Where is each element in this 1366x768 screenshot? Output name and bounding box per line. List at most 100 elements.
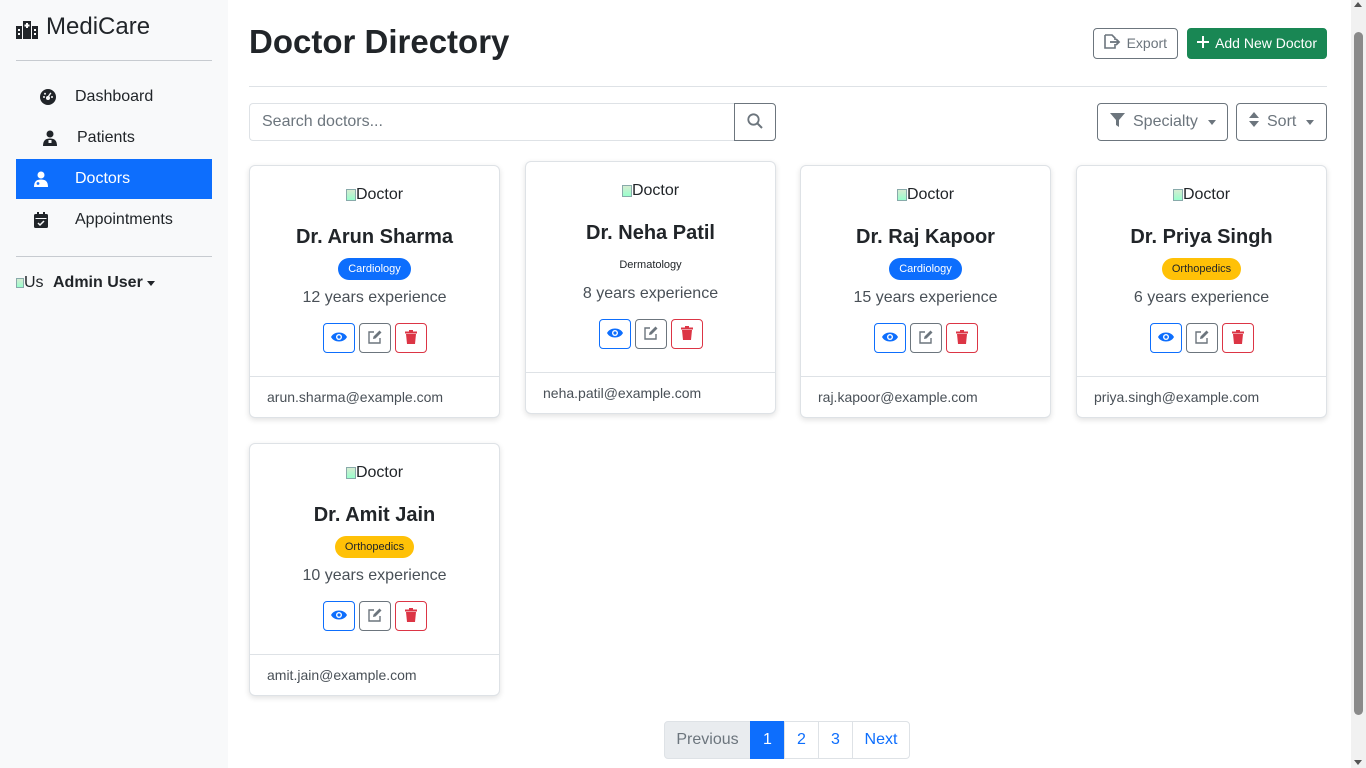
doctor-image-alt: Doctor (355, 464, 404, 481)
broken-image-icon (621, 185, 632, 197)
scrollbar[interactable] (1351, 0, 1366, 768)
dashboard-icon (40, 89, 56, 105)
card-actions (1077, 323, 1326, 353)
doctor-name: Dr. Priya Singh (1130, 226, 1273, 248)
edit-icon (367, 330, 382, 347)
search-input[interactable] (249, 103, 734, 141)
view-button[interactable] (873, 323, 906, 353)
scroll-up-icon[interactable] (1354, 2, 1362, 7)
trash-icon (955, 329, 968, 347)
edit-button[interactable] (358, 601, 391, 631)
eye-icon (330, 331, 347, 346)
trash-icon (1231, 329, 1244, 347)
edit-icon (643, 326, 658, 343)
search-button[interactable] (734, 103, 776, 141)
specialty-badge: Orthopedics (334, 536, 415, 558)
doctor-icon (33, 171, 49, 187)
brand[interactable]: MediCare (16, 0, 212, 54)
page-2-button[interactable]: 2 (784, 721, 819, 759)
view-button[interactable] (1149, 323, 1182, 353)
caret-down-icon (1306, 119, 1315, 125)
page-3-button[interactable]: 3 (818, 721, 853, 759)
hospital-icon (16, 18, 38, 39)
edit-icon (1194, 330, 1209, 347)
experience: 12 years experience (302, 289, 447, 306)
delete-button[interactable] (945, 323, 978, 353)
eye-icon (881, 331, 898, 346)
plus-icon (1197, 35, 1210, 51)
sidebar-item-appointments[interactable]: Appointments (16, 200, 212, 240)
doctor-card: Doctor Dr. Neha Patil Dermatology 8 year… (525, 161, 776, 414)
caret-down-icon (1207, 119, 1216, 125)
doctor-image-alt: Doctor (355, 186, 404, 203)
broken-image-icon (1172, 189, 1183, 201)
specialty-badge: Orthopedics (1161, 258, 1242, 280)
edit-button[interactable] (358, 323, 391, 353)
broken-image-icon (896, 189, 907, 201)
add-new-doctor-button[interactable]: Add New Doctor (1187, 27, 1327, 59)
sort-icon (1249, 112, 1259, 132)
export-icon (1103, 34, 1121, 52)
edit-button[interactable] (1185, 323, 1218, 353)
doctor-name: Dr. Raj Kapoor (856, 226, 995, 248)
broken-image-icon (16, 278, 24, 288)
brand-name: MediCare (46, 13, 151, 40)
scroll-down-icon[interactable] (1354, 760, 1362, 765)
experience: 10 years experience (302, 567, 447, 584)
sidebar-item-doctors[interactable]: Doctors (16, 159, 212, 199)
doctor-image: Doctor (621, 181, 680, 201)
doctor-email: raj.kapoor@example.com (818, 389, 978, 405)
calendar-icon (33, 212, 49, 228)
doctor-card: Doctor Dr. Priya Singh Orthopedics 6 yea… (1076, 165, 1327, 418)
broken-image-icon (345, 467, 356, 479)
edit-icon (918, 330, 933, 347)
doctor-card: Doctor Dr. Raj Kapoor Cardiology 15 year… (800, 165, 1051, 418)
specialty-badge: Dermatology (619, 259, 682, 271)
sort-dropdown[interactable]: Sort (1236, 103, 1327, 141)
doctor-image: Doctor (345, 463, 404, 483)
doctor-image-alt: Doctor (906, 186, 955, 203)
search-icon (747, 112, 763, 132)
next-page-button[interactable]: Next (852, 721, 910, 759)
previous-page-button[interactable]: Previous (664, 721, 751, 759)
trash-icon (404, 329, 417, 347)
doctor-grid: Doctor Dr. Arun Sharma Cardiology 12 yea… (249, 161, 1327, 705)
filter-icon (1110, 112, 1125, 132)
export-button[interactable]: Export (1092, 27, 1179, 59)
user-name: Admin User (53, 274, 143, 291)
doctor-image: Doctor (896, 185, 955, 205)
edit-button[interactable] (909, 323, 942, 353)
main-content: Doctor Directory Export Add New Doctor S… (249, 0, 1327, 705)
view-button[interactable] (322, 601, 355, 631)
sidebar-item-patients[interactable]: Patients (16, 118, 212, 158)
doctor-name: Dr. Arun Sharma (295, 226, 454, 248)
specialty-dropdown[interactable]: Specialty (1097, 103, 1228, 141)
doctor-name: Dr. Amit Jain (313, 504, 436, 526)
delete-button[interactable] (394, 323, 427, 353)
edit-button[interactable] (634, 319, 667, 349)
delete-button[interactable] (1221, 323, 1254, 353)
doctor-email: priya.singh@example.com (1094, 389, 1260, 405)
edit-icon (367, 608, 382, 625)
view-button[interactable] (322, 323, 355, 353)
caret-down-icon (146, 280, 155, 286)
delete-button[interactable] (394, 601, 427, 631)
doctor-image-alt: Doctor (1182, 186, 1231, 203)
doctor-card: Doctor Dr. Arun Sharma Cardiology 12 yea… (249, 165, 500, 418)
page-1-button[interactable]: 1 (750, 721, 785, 759)
page-header: Doctor Directory Export Add New Doctor (249, 0, 1327, 87)
user-menu[interactable]: Us Admin User (16, 271, 212, 295)
experience: 8 years experience (582, 285, 719, 302)
patient-icon (42, 130, 58, 146)
toolbar: Specialty Sort (249, 103, 1327, 141)
scrollbar-thumb[interactable] (1354, 32, 1363, 715)
doctor-image-alt: Doctor (631, 182, 680, 199)
view-button[interactable] (598, 319, 631, 349)
sidebar-item-dashboard[interactable]: Dashboard (16, 77, 212, 117)
avatar: Us (16, 271, 48, 295)
doctor-email: neha.patil@example.com (543, 385, 702, 401)
doctor-email: amit.jain@example.com (267, 667, 417, 683)
delete-button[interactable] (670, 319, 703, 349)
experience: 15 years experience (853, 289, 998, 306)
specialty-label: Specialty (1133, 113, 1198, 130)
